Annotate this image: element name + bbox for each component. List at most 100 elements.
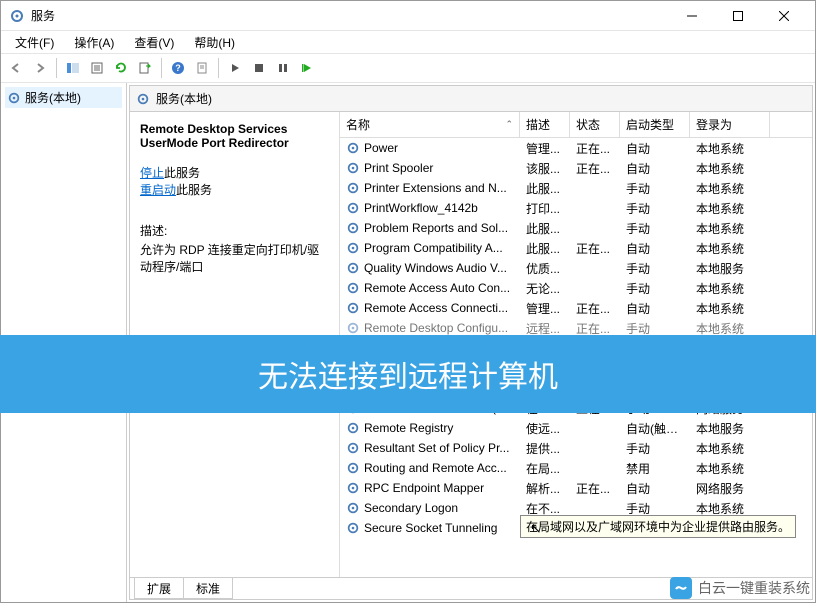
menu-file[interactable]: 文件(F) [5, 32, 64, 53]
properties-sheet-button[interactable] [191, 57, 213, 79]
properties-button[interactable] [86, 57, 108, 79]
menu-help[interactable]: 帮助(H) [184, 32, 245, 53]
service-startup: 自动 [620, 480, 690, 497]
table-row[interactable]: Problem Reports and Sol...此服...手动本地系统 [340, 218, 812, 238]
service-name: Program Compatibility A... [364, 241, 503, 255]
tab-extended[interactable]: 扩展 [134, 578, 184, 599]
gear-icon [346, 141, 360, 155]
service-logon: 本地系统 [690, 300, 770, 317]
table-row[interactable]: Program Compatibility A...此服...正在...自动本地… [340, 238, 812, 258]
stop-service-button[interactable] [248, 57, 270, 79]
restart-service-button[interactable] [296, 57, 318, 79]
service-desc: 此服... [520, 240, 570, 257]
nav-forward-button[interactable] [29, 57, 51, 79]
close-button[interactable] [761, 1, 807, 31]
menu-action[interactable]: 操作(A) [64, 32, 124, 53]
cursor-icon: ↖ [530, 520, 542, 537]
gear-icon [346, 201, 360, 215]
service-logon: 网络服务 [690, 480, 770, 497]
service-name: Routing and Remote Acc... [364, 461, 507, 475]
main-pane-header: 服务(本地) [130, 86, 812, 112]
service-desc: 远程... [520, 320, 570, 337]
service-desc: 使远... [520, 420, 570, 437]
table-row[interactable]: Quality Windows Audio V...优质...手动本地服务 [340, 258, 812, 278]
service-logon: 本地系统 [690, 440, 770, 457]
table-row[interactable]: Printer Extensions and N...此服...手动本地系统 [340, 178, 812, 198]
service-logon: 本地系统 [690, 140, 770, 157]
tab-standard[interactable]: 标准 [183, 578, 233, 599]
col-header-desc[interactable]: 描述 [520, 112, 570, 137]
service-name: Problem Reports and Sol... [364, 221, 508, 235]
table-row[interactable]: RPC Endpoint Mapper解析...正在...自动网络服务 [340, 478, 812, 498]
main-pane-title: 服务(本地) [156, 90, 212, 107]
service-name: Printer Extensions and N... [364, 181, 507, 195]
gear-icon [346, 441, 360, 455]
stop-service-link[interactable]: 停止 [140, 166, 164, 180]
service-name: Secure Socket Tunneling [364, 521, 497, 535]
col-header-name[interactable]: 名称⌃ [340, 112, 520, 137]
service-name: Secondary Logon [364, 501, 458, 515]
service-desc: 该服... [520, 160, 570, 177]
service-desc: 打印... [520, 200, 570, 217]
service-startup: 手动 [620, 320, 690, 337]
table-row[interactable]: Routing and Remote Acc...在局...禁用本地系统 [340, 458, 812, 478]
export-button[interactable] [134, 57, 156, 79]
service-startup: 手动 [620, 220, 690, 237]
show-hide-tree-button[interactable] [62, 57, 84, 79]
gear-icon [346, 281, 360, 295]
pause-service-button[interactable] [272, 57, 294, 79]
watermark-text: 白云一键重装系统 [698, 578, 810, 598]
refresh-button[interactable] [110, 57, 132, 79]
service-startup: 自动 [620, 240, 690, 257]
table-row[interactable]: Resultant Set of Policy Pr...提供...手动本地系统 [340, 438, 812, 458]
gear-icon [346, 521, 360, 535]
help-button[interactable]: ? [167, 57, 189, 79]
restart-service-link[interactable]: 重启动 [140, 183, 176, 197]
col-header-logon[interactable]: 登录为 [690, 112, 770, 137]
service-name: Power [364, 141, 398, 155]
table-row[interactable]: Power管理...正在...自动本地系统 [340, 138, 812, 158]
description-label: 描述: [140, 222, 329, 239]
gear-icon [346, 321, 360, 335]
service-logon: 本地系统 [690, 280, 770, 297]
table-row[interactable]: PrintWorkflow_4142b打印...手动本地系统 [340, 198, 812, 218]
service-startup: 自动(触发... [620, 420, 690, 437]
service-name: Print Spooler [364, 161, 433, 175]
watermark: 白云一键重装系统 [670, 577, 810, 599]
menu-view[interactable]: 查看(V) [124, 32, 184, 53]
col-header-startup[interactable]: 启动类型 [620, 112, 690, 137]
service-desc: 提供... [520, 440, 570, 457]
service-name: Remote Access Auto Con... [364, 281, 510, 295]
service-startup: 手动 [620, 180, 690, 197]
service-logon: 本地系统 [690, 160, 770, 177]
gear-icon [346, 501, 360, 515]
tree-item-services-local[interactable]: 服务(本地) [5, 87, 122, 108]
table-row[interactable]: Remote Registry使远...自动(触发...本地服务 [340, 418, 812, 438]
maximize-button[interactable] [715, 1, 761, 31]
service-logon: 本地服务 [690, 420, 770, 437]
table-row[interactable]: Remote Access Auto Con...无论...手动本地系统 [340, 278, 812, 298]
gear-icon [7, 91, 21, 105]
service-name: Resultant Set of Policy Pr... [364, 441, 509, 455]
table-row[interactable]: Print Spooler该服...正在...自动本地系统 [340, 158, 812, 178]
service-logon: 本地系统 [690, 500, 770, 517]
service-startup: 手动 [620, 200, 690, 217]
column-headers: 名称⌃ 描述 状态 启动类型 登录为 [340, 112, 812, 138]
gear-icon [346, 161, 360, 175]
service-desc: 在不... [520, 500, 570, 517]
nav-back-button[interactable] [5, 57, 27, 79]
service-desc: 管理... [520, 300, 570, 317]
window-title: 服务 [31, 7, 669, 24]
start-service-button[interactable] [224, 57, 246, 79]
tree-item-label: 服务(本地) [25, 89, 81, 106]
service-desc: 解析... [520, 480, 570, 497]
service-name: Remote Access Connecti... [364, 301, 508, 315]
service-status: 正在... [570, 320, 620, 337]
service-name: PrintWorkflow_4142b [364, 201, 478, 215]
service-desc: 无论... [520, 280, 570, 297]
service-desc: 此服... [520, 220, 570, 237]
service-startup: 禁用 [620, 460, 690, 477]
table-row[interactable]: Remote Access Connecti...管理...正在...自动本地系… [340, 298, 812, 318]
col-header-status[interactable]: 状态 [570, 112, 620, 137]
minimize-button[interactable] [669, 1, 715, 31]
